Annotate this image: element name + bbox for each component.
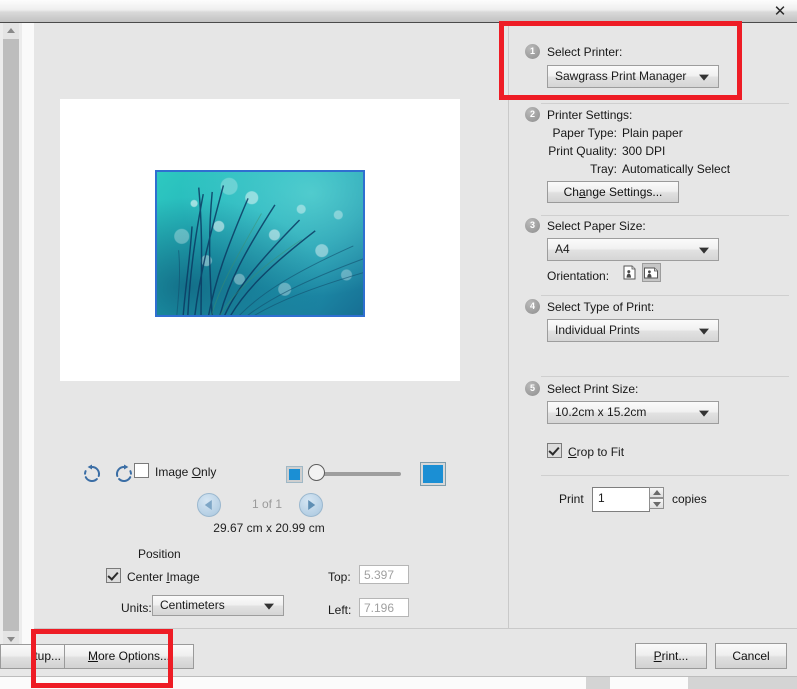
host-window-bottom-strip [0,676,797,689]
photo-grass-strokes [176,185,363,315]
crop-to-fit-checkbox-box[interactable] [547,443,562,458]
step-5-title: Select Print Size: [547,382,639,396]
units-select[interactable]: Centimeters [152,595,284,616]
change-settings-button[interactable]: Change Settings... [547,181,679,203]
divider-2 [541,215,789,216]
copies-unit-label: copies [672,492,707,506]
next-page-button[interactable] [299,493,323,517]
center-image-checkbox[interactable]: Center Image [106,568,200,584]
copies-input-value: 1 [598,491,605,505]
paper-size-select[interactable]: A4 [547,238,719,261]
window-title-bar: ✕ [0,0,797,23]
chevron-down-icon [699,410,709,417]
scrollbar-up-arrow[interactable] [3,23,19,39]
change-settings-label-pre: Ch [563,185,579,199]
rotate-counterclockwise-icon[interactable] [82,464,102,484]
paper-size-select-value: A4 [555,242,570,256]
step-3-title: Select Paper Size: [547,219,646,233]
image-only-label-post: nly [201,465,217,479]
more-options-button[interactable]: More Options... [64,644,194,669]
rotate-clockwise-icon[interactable] [114,464,134,484]
chevron-down-icon [699,247,709,254]
copies-stepper-up[interactable] [649,487,664,498]
image-only-checkbox[interactable]: Image Only [134,463,216,479]
zoom-in-large-square-icon[interactable] [421,463,445,485]
print-quality-label: Print Quality: [548,144,617,158]
image-only-accel: O [191,465,202,479]
cancel-button[interactable]: Cancel [715,643,787,669]
print-copies-label: Print [559,492,584,506]
close-icon[interactable]: ✕ [769,1,791,21]
previous-page-button[interactable] [197,493,221,517]
zoom-out-small-square-icon[interactable] [287,467,302,482]
print-label-post: rint... [661,649,689,663]
more-options-label-post: ore Options... [97,649,171,663]
paper-type-value: Plain paper [622,126,683,140]
copies-input[interactable]: 1 [592,487,650,512]
zoom-slider-thumb[interactable] [308,464,325,481]
print-quality-value: 300 DPI [622,144,666,158]
left-position-input[interactable]: 7.196 [359,598,409,617]
printer-select-value: Sawgrass Print Manager [555,69,687,83]
units-select-value: Centimeters [160,598,225,612]
copies-stepper-down[interactable] [649,498,664,509]
top-position-label: Top: [328,570,351,584]
step-2-badge: 2 [525,107,540,122]
preview-paper-sheet [60,99,460,381]
print-type-select-value: Individual Prints [555,323,640,337]
change-settings-accel: a [578,185,586,199]
tray-value: Automatically Select [622,162,731,176]
divider-1 [541,103,789,104]
print-size-select-value: 10.2cm x 15.2cm [555,405,647,419]
step-4-title: Select Type of Print: [547,300,655,314]
position-group-label: Position [138,547,181,561]
tray-label: Tray: [590,162,617,176]
host-window-scrollbar[interactable] [0,23,23,650]
step-1-badge: 1 [525,44,540,59]
crop-to-fit-checkbox[interactable]: Crop to Fit [547,443,624,459]
print-accel: P [653,649,662,663]
chevron-down-icon [699,328,709,335]
print-button[interactable]: Print... [635,643,707,669]
step-3-badge: 3 [525,218,540,233]
center-image-checkbox-box[interactable] [106,568,121,583]
image-dimensions-label: 29.67 cm x 20.99 cm [213,521,325,535]
print-dialog: Image Only 1 of 1 29.67 cm x 20.99 cm Po… [0,23,797,689]
image-only-label-pre: Image [155,465,192,479]
center-image-label-pre: Center [127,570,167,584]
portrait-orientation-icon[interactable] [620,263,639,282]
orientation-label: Orientation: [547,269,610,283]
landscape-orientation-icon[interactable] [642,263,661,282]
crop-to-fit-label-post: rop to Fit [576,445,625,459]
copies-stepper[interactable] [649,487,664,510]
chevron-down-icon [264,603,274,610]
chevron-down-icon [699,74,709,81]
divider-5 [541,475,789,476]
divider-4 [541,376,789,377]
scrollbar-thumb[interactable] [3,39,19,631]
step-4-badge: 4 [525,299,540,314]
page-counter: 1 of 1 [251,497,283,511]
crop-to-fit-accel: C [568,445,577,459]
image-only-checkbox-box[interactable] [134,463,149,478]
more-options-accel: M [87,649,98,663]
paper-type-label: Paper Type: [552,126,618,140]
divider-3 [541,295,789,296]
page-setup-button[interactable]: tup... [0,644,68,669]
zoom-slider-track[interactable] [313,472,401,476]
left-position-label: Left: [328,603,352,617]
step-2-title: Printer Settings: [547,108,633,122]
print-preview-pane: Image Only 1 of 1 29.67 cm x 20.99 cm Po… [34,23,509,628]
top-position-input[interactable]: 5.397 [359,565,409,584]
printer-select[interactable]: Sawgrass Print Manager [547,65,719,88]
step-5-badge: 5 [525,381,540,396]
center-image-label-post: mage [169,570,200,584]
print-options-pane: 1 Select Printer: Sawgrass Print Manager… [509,23,797,628]
preview-photo[interactable] [155,170,365,317]
print-type-select[interactable]: Individual Prints [547,319,719,342]
print-size-select[interactable]: 10.2cm x 15.2cm [547,401,719,424]
change-settings-label-post: nge Settings... [585,185,663,199]
step-1-title: Select Printer: [547,45,623,59]
units-label: Units: [121,601,152,615]
